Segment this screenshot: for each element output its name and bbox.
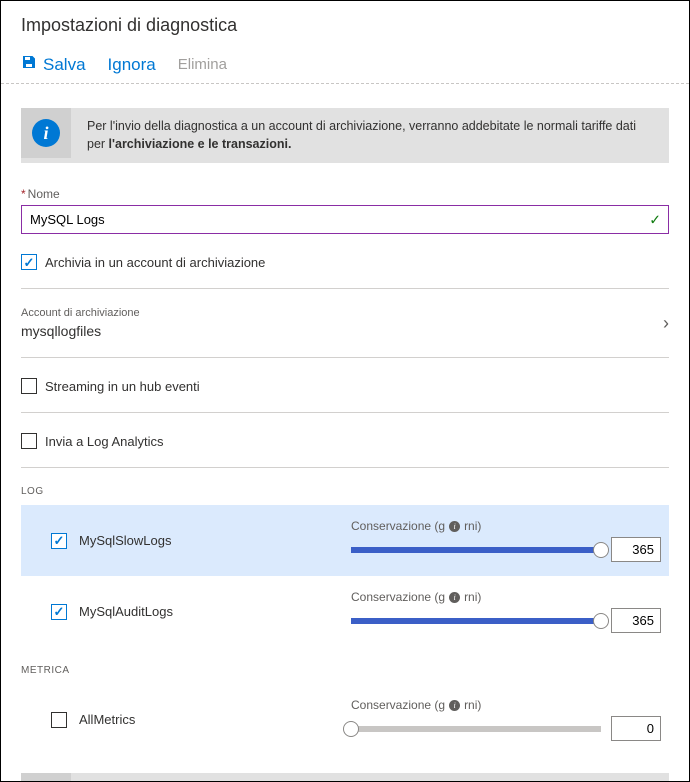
blade-title: Impostazioni di diagnostica xyxy=(1,1,689,54)
info-icon[interactable]: i xyxy=(449,592,460,603)
log-checkbox[interactable] xyxy=(51,533,67,549)
retention-slider-row xyxy=(351,716,661,741)
delete-label: Elimina xyxy=(178,56,227,73)
metric-section-header: METRICA xyxy=(21,665,669,676)
loganalytics-checkbox[interactable] xyxy=(21,433,37,449)
loganalytics-checkbox-row[interactable]: Invia a Log Analytics xyxy=(21,427,669,463)
retention-slider-row xyxy=(351,537,661,562)
loganalytics-checkbox-label: Invia a Log Analytics xyxy=(45,434,164,449)
pricing-info-text: Per l'invio della diagnostica a un accou… xyxy=(87,108,669,163)
metric-rows: AllMetrics Conservazione (girni) xyxy=(21,684,669,755)
command-bar: Salva Ignora Elimina xyxy=(1,54,689,84)
retention-column: Conservazione (girni) xyxy=(351,698,661,741)
name-input-wrap: ✓ xyxy=(21,205,669,234)
info-icon-wrap: i xyxy=(21,773,71,782)
name-input[interactable] xyxy=(21,205,669,234)
retention-column: Conservazione (girni) xyxy=(351,590,661,633)
info-icon: i xyxy=(32,119,60,147)
stream-checkbox[interactable] xyxy=(21,378,37,394)
retention-input[interactable] xyxy=(611,608,661,633)
chevron-right-icon: › xyxy=(663,313,669,334)
info-text-emph: l'archiviazione e le transazioni. xyxy=(109,137,292,151)
slider-thumb[interactable] xyxy=(343,721,359,737)
retention-slider[interactable] xyxy=(351,547,601,553)
archive-checkbox[interactable] xyxy=(21,254,37,270)
storage-label: Account di archiviazione xyxy=(21,307,140,319)
log-checkbox[interactable] xyxy=(51,604,67,620)
retention-label: Conservazione (girni) xyxy=(351,590,661,604)
retention-slider[interactable] xyxy=(351,618,601,624)
metric-checkbox[interactable] xyxy=(51,712,67,728)
retention-input[interactable] xyxy=(611,537,661,562)
valid-icon: ✓ xyxy=(649,211,661,228)
metric-row[interactable]: AllMetrics Conservazione (girni) xyxy=(21,684,669,755)
slider-thumb[interactable] xyxy=(593,613,609,629)
log-name: MySqlAuditLogs xyxy=(79,604,259,619)
stream-checkbox-label: Streaming in un hub eventi xyxy=(45,379,200,394)
metric-name: AllMetrics xyxy=(79,712,259,727)
discard-label: Ignora xyxy=(108,55,156,75)
diagnostic-settings-blade: Impostazioni di diagnostica Salva Ignora… xyxy=(0,0,690,782)
log-row[interactable]: MySqlSlowLogs Conservazione (girni) xyxy=(21,505,669,576)
separator xyxy=(21,288,669,289)
name-label: *Nome xyxy=(21,187,669,201)
separator xyxy=(21,467,669,468)
retention-slider[interactable] xyxy=(351,726,601,732)
retention-input[interactable] xyxy=(611,716,661,741)
separator xyxy=(21,412,669,413)
retention-label: Conservazione (girni) xyxy=(351,519,661,533)
log-name: MySqlSlowLogs xyxy=(79,533,259,548)
slider-thumb[interactable] xyxy=(593,542,609,558)
archive-checkbox-label: Archivia in un account di archiviazione xyxy=(45,255,265,270)
retention-info-box: i La conservazione si applica solo all'a… xyxy=(21,773,669,782)
info-icon[interactable]: i xyxy=(449,700,460,711)
discard-button[interactable]: Ignora xyxy=(108,55,156,75)
log-row[interactable]: MySqlAuditLogs Conservazione (girni) xyxy=(21,576,669,647)
archive-checkbox-row[interactable]: Archivia in un account di archiviazione xyxy=(21,248,669,284)
delete-button: Elimina xyxy=(178,56,227,73)
separator xyxy=(21,357,669,358)
info-icon[interactable]: i xyxy=(449,521,460,532)
storage-left: Account di archiviazione mysqllogfiles xyxy=(21,307,140,339)
retention-info-text: La conservazione si applica solo all'acc… xyxy=(87,773,446,782)
pricing-info-box: i Per l'invio della diagnostica a un acc… xyxy=(21,108,669,163)
stream-checkbox-row[interactable]: Streaming in un hub eventi xyxy=(21,372,669,408)
retention-label: Conservazione (girni) xyxy=(351,698,661,712)
save-label: Salva xyxy=(43,55,86,75)
content-area: i Per l'invio della diagnostica a un acc… xyxy=(1,84,689,782)
log-section-header: LOG xyxy=(21,486,669,497)
storage-value: mysqllogfiles xyxy=(21,323,140,339)
required-asterisk: * xyxy=(21,187,26,201)
retention-slider-row xyxy=(351,608,661,633)
storage-account-picker[interactable]: Account di archiviazione mysqllogfiles › xyxy=(21,303,669,353)
info-icon-wrap: i xyxy=(21,108,71,158)
save-icon xyxy=(21,54,37,75)
log-rows: MySqlSlowLogsConservazione (girni)MySqlA… xyxy=(21,505,669,647)
retention-column: Conservazione (girni) xyxy=(351,519,661,562)
save-button[interactable]: Salva xyxy=(21,54,86,75)
